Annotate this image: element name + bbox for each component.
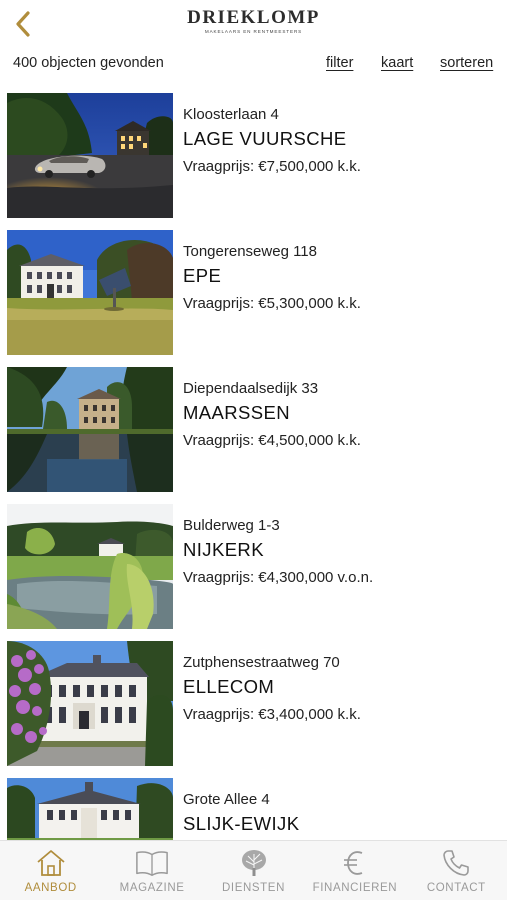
- listing-price: Vraagprijs: €4,500,000 k.k.: [183, 432, 361, 449]
- nav-item-magazine[interactable]: MAGAZINE: [101, 841, 202, 900]
- phone-icon: [439, 847, 473, 879]
- nav-item-aanbod[interactable]: AANBOD: [0, 841, 101, 900]
- toolbar: 400 objecten gevonden filter kaart sorte…: [0, 52, 507, 76]
- nav-item-diensten[interactable]: DIENSTEN: [203, 841, 304, 900]
- listing-city: ELLECOM: [183, 676, 275, 697]
- listing-address: Diependaalsedijk 33: [183, 380, 319, 397]
- listing-photo: [7, 641, 173, 766]
- listing-item[interactable]: Grote Allee 4 SLIJK-EWIJK: [0, 777, 507, 841]
- logo: DRIEKLOMP MAKELAARS EN RENTMEESTERS: [0, 8, 507, 35]
- listing-city: LAGE VUURSCHE: [183, 128, 347, 149]
- listing-item[interactable]: Diependaalsedijk 33 MAARSSEN Vraagprijs:…: [0, 366, 507, 494]
- nav-label: FINANCIEREN: [312, 882, 398, 894]
- logo-title: DRIEKLOMP: [187, 7, 320, 28]
- sort-link[interactable]: sorteren: [440, 55, 493, 71]
- listing-price: Vraagprijs: €3,400,000 k.k.: [183, 706, 361, 723]
- header: DRIEKLOMP MAKELAARS EN RENTMEESTERS: [0, 0, 507, 46]
- filter-link[interactable]: filter: [326, 55, 353, 71]
- listing-address: Bulderweg 1-3: [183, 517, 280, 534]
- nav-label: CONTACT: [426, 882, 486, 894]
- listing-city: NIJKERK: [183, 539, 264, 560]
- listing-price: Vraagprijs: €7,500,000 k.k.: [183, 158, 361, 175]
- result-count: 400 objecten gevonden: [13, 55, 164, 71]
- listing-photo: [7, 778, 173, 841]
- listing-city: EPE: [183, 265, 222, 286]
- bottom-nav: AANBOD MAGAZINE DIENSTEN FINANCIEREN CON…: [0, 840, 507, 900]
- nav-item-contact[interactable]: CONTACT: [406, 841, 507, 900]
- nav-label: MAGAZINE: [119, 882, 185, 894]
- listing-item[interactable]: Zutphensestraatweg 70 ELLECOM Vraagprijs…: [0, 640, 507, 768]
- nav-label: AANBOD: [24, 882, 77, 894]
- listing-photo: [7, 230, 173, 355]
- listing-address: Grote Allee 4: [183, 791, 270, 808]
- listing-address: Zutphensestraatweg 70: [183, 654, 340, 671]
- listing-price: Vraagprijs: €4,300,000 v.o.n.: [183, 569, 374, 586]
- listing-item[interactable]: Kloosterlaan 4 LAGE VUURSCHE Vraagprijs:…: [0, 92, 507, 220]
- book-icon: [135, 847, 169, 879]
- listing-item[interactable]: Bulderweg 1-3 NIJKERK Vraagprijs: €4,300…: [0, 503, 507, 631]
- nav-item-financieren[interactable]: FINANCIEREN: [304, 841, 405, 900]
- logo-subtitle: MAKELAARS EN RENTMEESTERS: [204, 29, 303, 34]
- listing-photo: [7, 93, 173, 218]
- listing-photo: [7, 367, 173, 492]
- listing-price: Vraagprijs: €5,300,000 k.k.: [183, 295, 361, 312]
- listing-address: Kloosterlaan 4: [183, 106, 279, 123]
- tree-icon: [237, 847, 271, 879]
- map-link[interactable]: kaart: [381, 55, 413, 71]
- listing-address: Tongerenseweg 118: [183, 243, 317, 260]
- home-icon: [34, 847, 68, 879]
- listing-photo: [7, 504, 173, 629]
- nav-label: DIENSTEN: [222, 882, 285, 894]
- listing-city: SLIJK-EWIJK: [183, 813, 300, 834]
- listing-city: MAARSSEN: [183, 402, 291, 423]
- app: DRIEKLOMP MAKELAARS EN RENTMEESTERS 400 …: [0, 0, 507, 900]
- listing-list[interactable]: Kloosterlaan 4 LAGE VUURSCHE Vraagprijs:…: [0, 91, 507, 841]
- listing-item[interactable]: Tongerenseweg 118 EPE Vraagprijs: €5,300…: [0, 229, 507, 357]
- euro-icon: [338, 847, 372, 879]
